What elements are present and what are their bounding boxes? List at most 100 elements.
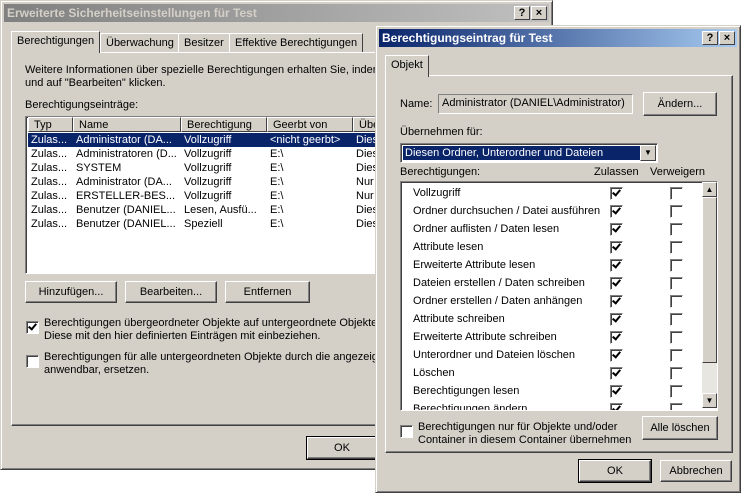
table-cell: E:\ [270,204,284,216]
allow-checkbox[interactable] [610,241,623,254]
only-apply-text-line2: Container in diesem Container übernehmen [418,434,632,446]
list-item: Ordner erstellen / Daten anhängen [401,292,701,310]
column-berechtigung[interactable]: Berechtigung [181,117,267,132]
tab-effektive-berechtigungen[interactable]: Effektive Berechtigungen [229,33,364,53]
table-cell: Zulas... [31,148,68,160]
info-text-line1: Weitere Informationen über spezielle Ber… [25,64,393,76]
front-help-button[interactable]: ? [702,31,718,45]
list-item: Vollzugriff [401,184,701,202]
permission-name: Vollzugriff [413,187,461,199]
table-cell: E:\ [270,148,284,160]
table-cell: Vollzugriff [184,176,232,188]
table-cell: Zulas... [31,218,68,230]
scroll-down-button[interactable]: ▼ [702,393,717,408]
deny-checkbox[interactable] [670,205,683,218]
table-cell: E:\ [270,176,284,188]
permission-name: Löschen [413,367,455,379]
table-cell: Benutzer (DANIEL... [76,218,176,230]
allow-checkbox[interactable] [610,385,623,398]
replace-checkbox[interactable] [26,355,39,368]
name-value: Administrator (DANIEL\Administrator) [442,97,625,109]
allow-checkbox[interactable] [610,277,623,290]
table-cell: Administratoren (D... [76,148,177,160]
table-cell: Vollzugriff [184,162,232,174]
table-cell: Zulas... [31,162,68,174]
cancel-button[interactable]: Abbrechen [660,460,732,482]
apply-to-select[interactable]: Diesen Ordner, Unterordner und Dateien ▼ [400,143,658,163]
apply-to-label: Übernehmen für: [400,126,483,138]
table-cell: Zulas... [31,190,68,202]
deny-checkbox[interactable] [670,403,683,410]
allow-checkbox[interactable] [610,205,623,218]
allow-checkbox[interactable] [610,223,623,236]
list-item: Berechtigungen lesen [401,382,701,400]
front-window-titlebar[interactable]: Berechtigungseintrag für Test ? × [379,29,737,47]
scroll-up-button[interactable]: ▲ [702,182,717,197]
deny-checkbox[interactable] [670,259,683,272]
table-cell: Zulas... [31,176,68,188]
table-cell: Zulas... [31,204,68,216]
only-apply-checkbox[interactable] [400,425,413,438]
allow-checkbox[interactable] [610,259,623,272]
edit-button[interactable]: Bearbeiten... [125,281,217,303]
deny-checkbox[interactable] [670,295,683,308]
table-cell: Speziell [184,218,223,230]
remove-button[interactable]: Entfernen [225,281,310,303]
deny-checkbox[interactable] [670,367,683,380]
inherit-text-line2: Diese mit den hier definierten Einträgen… [44,330,321,342]
permission-entry-dialog: Berechtigungseintrag für Test ? × Objekt… [375,25,741,493]
allow-checkbox[interactable] [610,187,623,200]
tab-objekt[interactable]: Objekt [385,55,429,77]
front-ok-button[interactable]: OK [578,459,652,483]
change-button[interactable]: Ändern... [643,92,717,116]
table-cell: E:\ [270,218,284,230]
deny-checkbox[interactable] [670,241,683,254]
permissions-list[interactable]: Vollzugriff Ordner durchsuchen / Datei au… [400,181,718,411]
deny-checkbox[interactable] [670,187,683,200]
back-window-titlebar[interactable]: Erweiterte Sicherheitseinstellungen für … [4,4,549,22]
column-typ[interactable]: Typ [28,117,73,132]
allow-checkbox[interactable] [610,403,623,410]
info-text-line2: und auf "Bearbeiten" klicken. [25,77,166,89]
inherit-checkbox[interactable] [26,321,39,334]
back-close-button[interactable]: × [531,6,547,20]
column-name[interactable]: Name [73,117,181,132]
deny-checkbox[interactable] [670,331,683,344]
allow-checkbox[interactable] [610,349,623,362]
tab-berechtigungen[interactable]: Berechtigungen [11,31,101,53]
deny-checkbox[interactable] [670,277,683,290]
tab-besitzer[interactable]: Besitzer [178,33,230,53]
clear-all-button[interactable]: Alle löschen [642,416,718,440]
permission-name: Ordner durchsuchen / Datei ausführen [413,205,601,217]
apply-to-dropdown-arrow[interactable]: ▼ [640,145,656,161]
front-close-button[interactable]: × [719,31,735,45]
front-window-title: Berechtigungseintrag für Test [382,31,553,45]
deny-checkbox[interactable] [670,385,683,398]
inherit-text-line1: Berechtigungen übergeordneter Objekte au… [44,317,389,329]
column-geerbt-von[interactable]: Geerbt von [267,117,353,132]
tab-ueberwachung[interactable]: Überwachung [100,33,180,53]
allow-checkbox[interactable] [610,295,623,308]
allow-checkbox[interactable] [610,367,623,380]
scroll-thumb[interactable] [702,197,717,363]
allow-checkbox[interactable] [610,313,623,326]
list-item: Erweiterte Attribute schreiben [401,328,701,346]
back-ok-button[interactable]: OK [306,436,378,460]
list-item: Dateien erstellen / Daten schreiben [401,274,701,292]
list-item: Erweiterte Attribute lesen [401,256,701,274]
back-window-title: Erweiterte Sicherheitseinstellungen für … [7,6,257,20]
permissions-scrollbar[interactable]: ▲ ▼ [702,182,717,408]
table-cell: Zulas... [31,134,68,146]
name-label: Name: [400,98,433,110]
name-field: Administrator (DANIEL\Administrator) [438,94,633,114]
back-help-button[interactable]: ? [514,6,530,20]
table-cell: Vollzugriff [184,190,232,202]
table-cell: Administrator (DA... [76,134,172,146]
permission-name: Berechtigungen lesen [413,385,520,397]
list-item: Berechtigungen ändern [401,400,701,410]
allow-checkbox[interactable] [610,331,623,344]
add-button[interactable]: Hinzufügen... [25,281,117,303]
deny-checkbox[interactable] [670,313,683,326]
deny-checkbox[interactable] [670,349,683,362]
deny-checkbox[interactable] [670,223,683,236]
